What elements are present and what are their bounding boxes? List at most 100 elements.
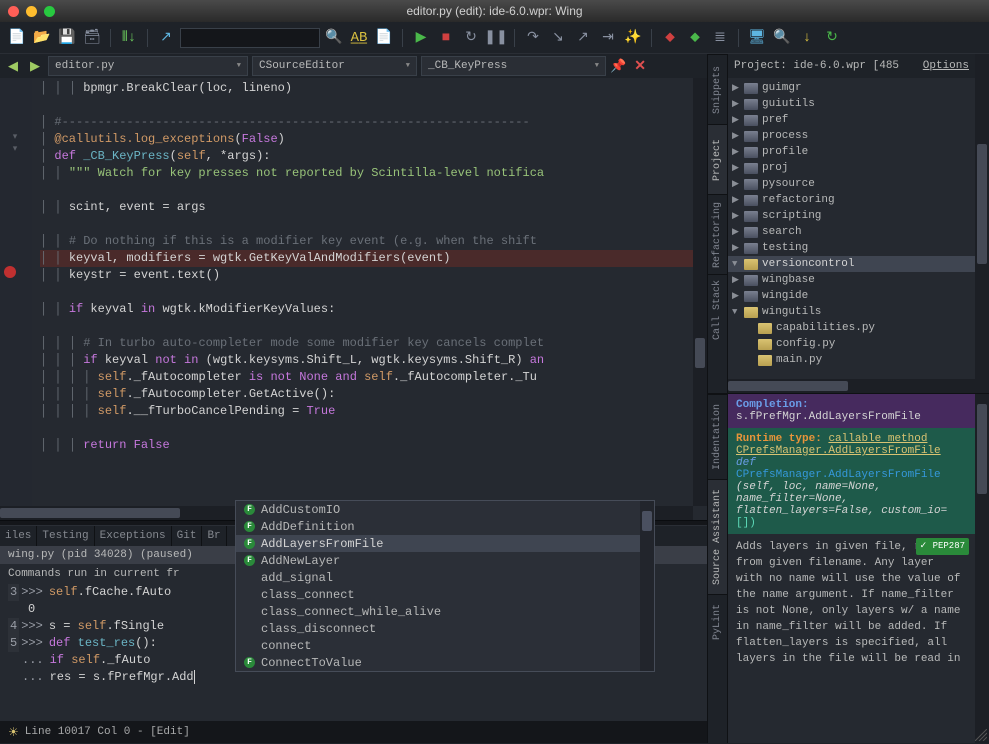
- refresh-button[interactable]: ↓: [796, 27, 818, 49]
- autocomplete-item[interactable]: class_connect_while_alive: [236, 603, 654, 620]
- autocomplete-item[interactable]: class_disconnect: [236, 620, 654, 637]
- tree-item[interactable]: main.py: [728, 352, 975, 368]
- tree-item[interactable]: ▶testing: [728, 240, 975, 256]
- stop-button[interactable]: ■: [435, 27, 457, 49]
- vtab-snippets[interactable]: Snippets: [708, 54, 727, 124]
- tree-item[interactable]: ▶scripting: [728, 208, 975, 224]
- run-button[interactable]: ▶: [410, 27, 432, 49]
- folder-icon: [744, 211, 758, 222]
- tree-item[interactable]: ▶guiutils: [728, 96, 975, 112]
- runtime-class-link[interactable]: CPrefsManager.AddLayersFromFile: [736, 445, 941, 457]
- autocomplete-item[interactable]: FAddCustomIO: [236, 501, 654, 518]
- goto-def-button[interactable]: ↗: [155, 27, 177, 49]
- tree-item[interactable]: ▶refactoring: [728, 192, 975, 208]
- folder-icon: [744, 99, 758, 110]
- tree-item[interactable]: ▶guimgr: [728, 80, 975, 96]
- nav-fwd-button[interactable]: ▶: [26, 57, 44, 75]
- tree-item[interactable]: ▼versioncontrol: [728, 256, 975, 272]
- tree-item[interactable]: config.py: [728, 336, 975, 352]
- save-all-button[interactable]: 🗃: [81, 27, 103, 49]
- pin-button[interactable]: 📌: [610, 59, 626, 74]
- vtab-refactoring[interactable]: Refactoring: [708, 194, 727, 274]
- code-editor[interactable]: ▾ ▾ │ │ │ bpmgr.BreakClear(loc, lineno)│…: [0, 78, 707, 520]
- highlight-button[interactable]: A̲B̲: [348, 27, 370, 49]
- folder-icon: [744, 131, 758, 142]
- vtab-pylint[interactable]: PyLint: [708, 594, 727, 649]
- assist-vscrollbar[interactable]: [975, 394, 989, 743]
- wand-button[interactable]: ✨: [622, 27, 644, 49]
- save-button[interactable]: 💾: [56, 27, 78, 49]
- tree-item[interactable]: ▶search: [728, 224, 975, 240]
- editor-gutter[interactable]: ▾ ▾: [0, 78, 32, 520]
- right-top-vtabs: Snippets Project Refactoring Call Stack: [708, 54, 728, 393]
- tab-exceptions[interactable]: Exceptions: [95, 526, 172, 546]
- popup-scrollbar[interactable]: [640, 501, 654, 671]
- tab-bre[interactable]: Br: [202, 526, 226, 546]
- vtab-project[interactable]: Project: [708, 124, 727, 194]
- status-text: Line 10017 Col 0 - [Edit]: [25, 726, 190, 738]
- editor-vscrollbar[interactable]: [693, 78, 707, 506]
- tree-item[interactable]: ▼wingutils: [728, 304, 975, 320]
- autocomplete-popup[interactable]: FAddCustomIOFAddDefinitionFAddLayersFrom…: [235, 500, 655, 672]
- step-into-button[interactable]: ↘: [547, 27, 569, 49]
- tree-vscrollbar[interactable]: [975, 54, 989, 393]
- step-over-button[interactable]: ↷: [522, 27, 544, 49]
- autocomplete-item[interactable]: FAddLayersFromFile: [236, 535, 654, 552]
- maximize-window-button[interactable]: [44, 6, 55, 17]
- resize-grip[interactable]: [975, 729, 987, 741]
- autocomplete-item[interactable]: class_connect: [236, 586, 654, 603]
- tree-item[interactable]: ▶wingbase: [728, 272, 975, 288]
- file-combo[interactable]: editor.py: [48, 56, 248, 76]
- tree-item[interactable]: ▶process: [728, 128, 975, 144]
- tree-hscrollbar[interactable]: [728, 379, 975, 393]
- folder-icon: [744, 115, 758, 126]
- search-input[interactable]: [180, 28, 320, 48]
- ignore-exc-button[interactable]: ⬥: [684, 27, 706, 49]
- pause-button[interactable]: ❚❚: [485, 27, 507, 49]
- search-button[interactable]: 🔍: [323, 27, 345, 49]
- tab-files[interactable]: iles: [0, 526, 37, 546]
- vtab-callstack[interactable]: Call Stack: [708, 274, 727, 344]
- open-file-button[interactable]: 📂: [31, 27, 53, 49]
- tab-git[interactable]: Git: [172, 526, 203, 546]
- vtab-source-assistant[interactable]: Source Assistant: [708, 479, 727, 594]
- folder-icon: [744, 243, 758, 254]
- runtime-link[interactable]: callable method: [828, 433, 927, 445]
- tree-item[interactable]: ▶pref: [728, 112, 975, 128]
- vtab-indentation[interactable]: Indentation: [708, 394, 727, 479]
- autocomplete-item[interactable]: FAddNewLayer: [236, 552, 654, 569]
- tree-item[interactable]: capabilities.py: [728, 320, 975, 336]
- autocomplete-item[interactable]: FConnectToValue: [236, 654, 654, 671]
- break-on-exc-button[interactable]: ⬥: [659, 27, 681, 49]
- new-file-button[interactable]: 📄: [6, 27, 28, 49]
- autocomplete-item[interactable]: FAddDefinition: [236, 518, 654, 535]
- project-tree[interactable]: ▶guimgr▶guiutils▶pref▶process▶profile▶pr…: [728, 78, 975, 379]
- autocomplete-item[interactable]: connect: [236, 637, 654, 654]
- zoom-button[interactable]: 🔍: [771, 27, 793, 49]
- restart-button[interactable]: ↻: [460, 27, 482, 49]
- stack-button[interactable]: ≣: [709, 27, 731, 49]
- project-options-link[interactable]: Options: [923, 60, 969, 72]
- tree-item[interactable]: ▶profile: [728, 144, 975, 160]
- new-page-button[interactable]: 📄: [373, 27, 395, 49]
- completion-box: Completion: s.fPrefMgr.AddLayersFromFile: [728, 394, 975, 428]
- monitor-button[interactable]: 🖥: [746, 27, 768, 49]
- breakpoint-marker[interactable]: [4, 266, 16, 278]
- step-next-button[interactable]: ⇥: [597, 27, 619, 49]
- step-out-button[interactable]: ↗: [572, 27, 594, 49]
- method-combo[interactable]: _CB_KeyPress: [421, 56, 606, 76]
- code-content[interactable]: │ │ │ bpmgr.BreakClear(loc, lineno)│ #--…: [32, 78, 707, 520]
- tree-item[interactable]: ▶proj: [728, 160, 975, 176]
- sync-button[interactable]: ↻: [821, 27, 843, 49]
- tree-item[interactable]: ▶pysource: [728, 176, 975, 192]
- indent-guide-button[interactable]: ⫴↓: [118, 27, 140, 49]
- class-combo[interactable]: CSourceEditor: [252, 56, 417, 76]
- close-window-button[interactable]: [8, 6, 19, 17]
- nav-back-button[interactable]: ◀: [4, 57, 22, 75]
- close-tab-button[interactable]: ✕: [634, 58, 646, 75]
- tab-testing[interactable]: Testing: [37, 526, 94, 546]
- autocomplete-item[interactable]: add_signal: [236, 569, 654, 586]
- tree-item[interactable]: ▶wingide: [728, 288, 975, 304]
- completion-value: s.fPrefMgr.AddLayersFromFile: [736, 411, 967, 423]
- minimize-window-button[interactable]: [26, 6, 37, 17]
